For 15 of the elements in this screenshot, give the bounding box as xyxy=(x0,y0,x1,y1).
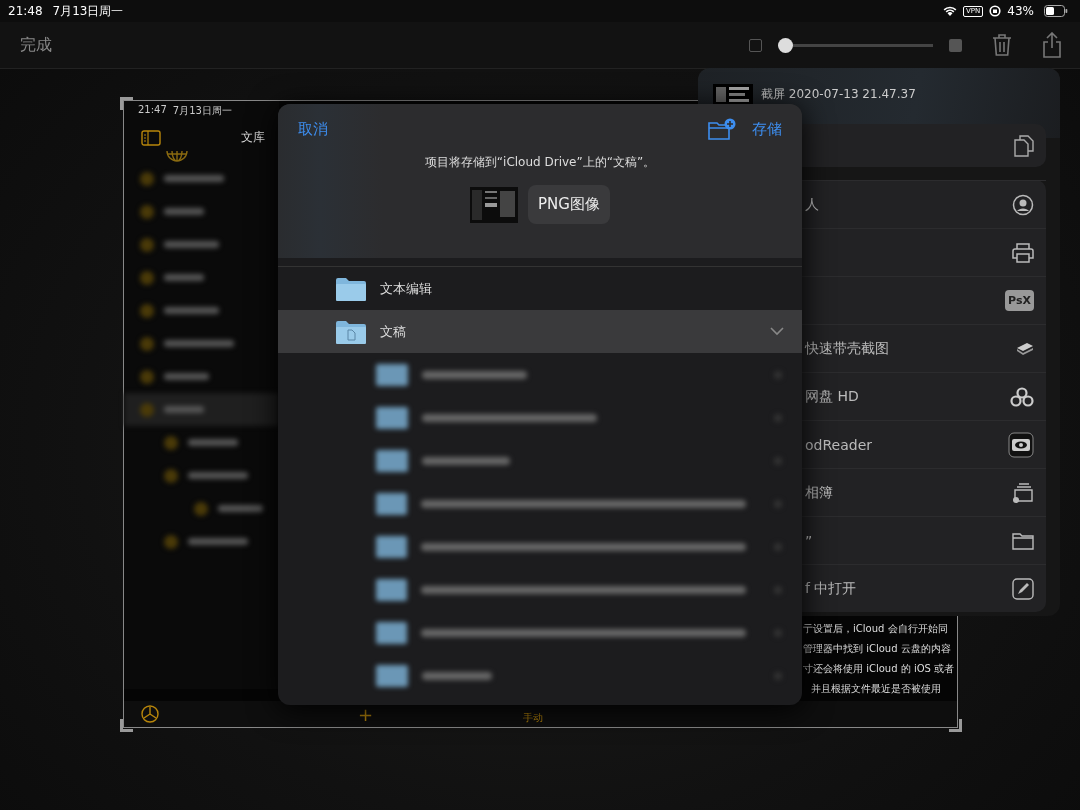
add-icon: + xyxy=(358,703,374,725)
app-icon: PsX xyxy=(1005,290,1034,311)
file-title: 截屏 2020-07-13 21.47.37 xyxy=(761,86,916,103)
body-text-line: 寸还会将使用 iCloud 的 iOS 或者 xyxy=(803,662,955,676)
preview-status-date: 7月13日周一 xyxy=(172,104,232,118)
preview-status-time: 21:47 xyxy=(138,104,167,117)
save-location-message: 项目将存储到“iCloud Drive”上的“文稿”。 xyxy=(423,154,657,171)
battery-percent: 43% xyxy=(1007,4,1034,18)
status-date: 7月13日周一 xyxy=(52,2,124,20)
body-text-line: 管理器中找到 iCloud 云盘的内容 xyxy=(803,642,952,656)
status-time: 21:48 xyxy=(8,4,43,18)
body-text-line: 并且根据文件最近是否被使用 xyxy=(810,682,942,696)
mode-label: 手动 xyxy=(523,711,544,725)
library-title: 文库 xyxy=(241,129,265,146)
body-text-line: 亍设置后，iCloud 会自行开始同 xyxy=(803,622,949,636)
